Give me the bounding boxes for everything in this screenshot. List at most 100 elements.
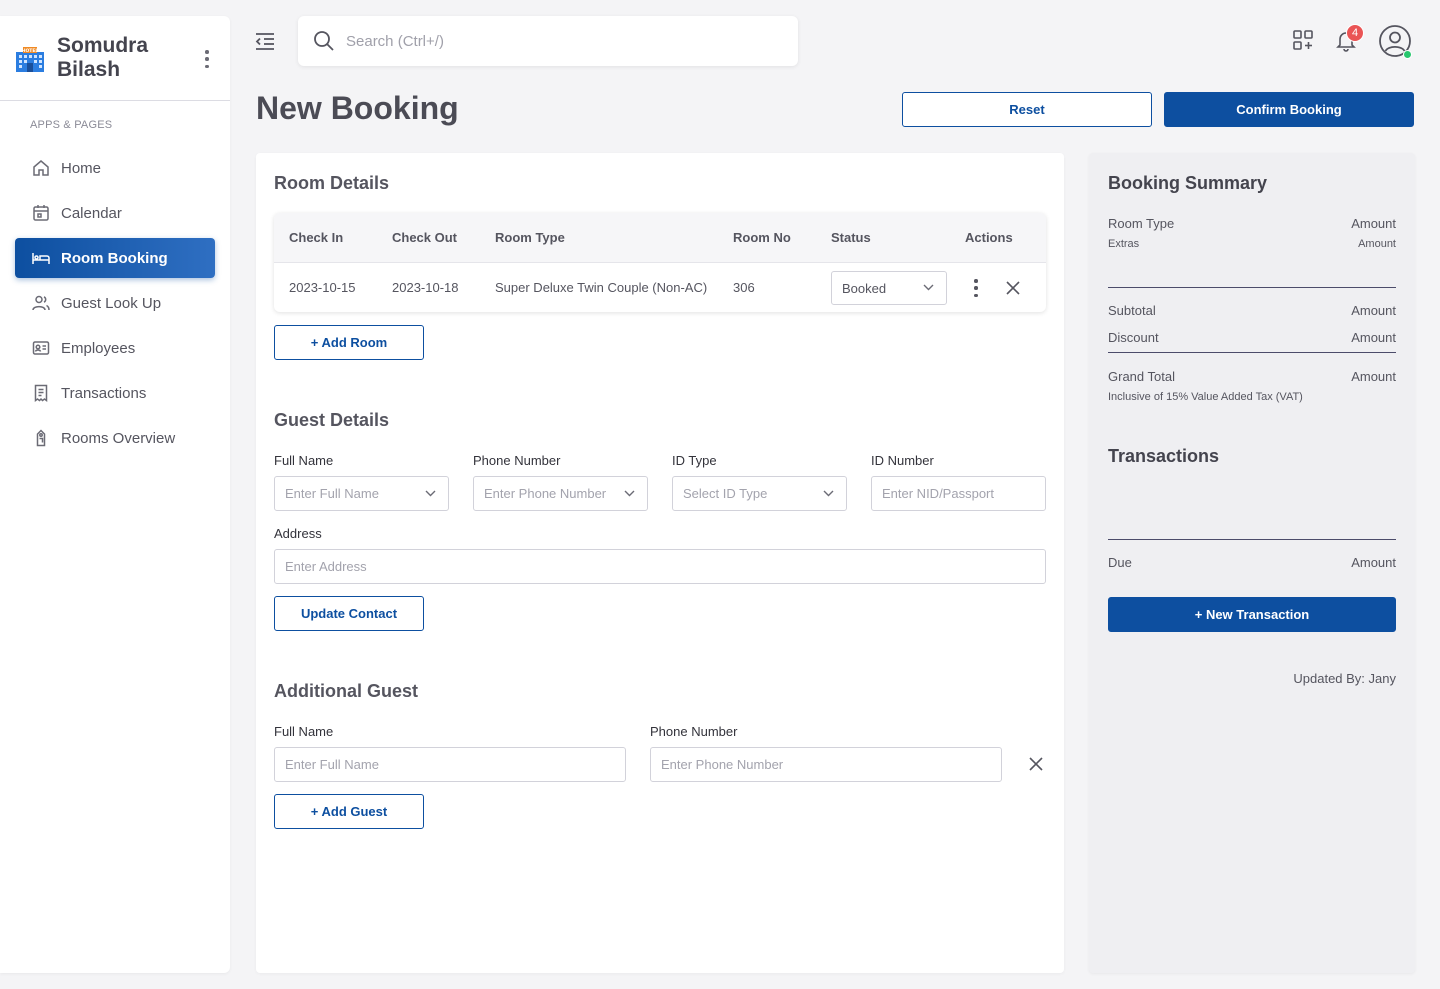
extras-label: Extras [1108, 238, 1140, 250]
apps-grid-icon[interactable] [1291, 28, 1315, 52]
room-table: Check In Check Out Room Type Room No Sta… [274, 213, 1046, 312]
extras-row: Extras Amount [1108, 238, 1396, 250]
additional-full-name-field[interactable] [274, 747, 626, 782]
grand-total-row: Grand Total Amount [1108, 369, 1396, 384]
full-name-field[interactable] [274, 476, 449, 511]
additional-phone-input[interactable] [661, 757, 1001, 772]
vat-note: Inclusive of 15% Value Added Tax (VAT) [1108, 391, 1303, 403]
subtotal-label: Subtotal [1108, 303, 1156, 318]
address-label: Address [274, 526, 322, 541]
updated-by-text: Updated By: Jany [1293, 671, 1396, 686]
search-input[interactable] [346, 32, 766, 50]
search-bar [298, 16, 798, 66]
logo-text: HOTEL [22, 48, 39, 54]
search-icon[interactable] [312, 29, 336, 53]
column-header: Room No [733, 230, 791, 245]
update-contact-button[interactable]: Update Contact [274, 596, 424, 631]
column-header: Room Type [495, 230, 565, 245]
additional-full-name-input[interactable] [285, 757, 625, 772]
additional-guest-title: Additional Guest [274, 681, 418, 701]
additional-phone-field[interactable] [650, 747, 1002, 782]
id-card-icon [31, 338, 51, 358]
sidebar-item-label: Transactions [61, 384, 147, 402]
due-row: Due Amount [1108, 555, 1396, 570]
row-more-actions-icon[interactable] [972, 279, 980, 297]
sidebar-item-calendar[interactable]: Calendar [15, 193, 215, 233]
sidebar-item-label: Guest Look Up [61, 294, 162, 312]
transactions-title: Transactions [1108, 446, 1220, 466]
column-header: Check Out [392, 230, 458, 245]
summary-divider [1108, 287, 1396, 288]
room-tag-icon [31, 428, 51, 448]
room-no-cell: 306 [733, 280, 755, 295]
remove-room-icon[interactable] [1006, 281, 1020, 295]
due-label: Due [1108, 555, 1132, 570]
sidebar-item-label: Calendar [61, 204, 122, 222]
receipt-icon [31, 383, 51, 403]
users-icon [31, 293, 51, 313]
room-type-label: Room Type [1108, 216, 1175, 231]
address-field[interactable] [274, 549, 1046, 584]
sidebar-item-room-booking[interactable]: Room Booking [15, 238, 215, 278]
booking-summary-panel: Booking Summary Room Type Amount Extras … [1089, 153, 1415, 973]
sidebar-divider [0, 100, 230, 101]
add-guest-button[interactable]: + Add Guest [274, 794, 424, 829]
chevron-down-icon [823, 490, 834, 497]
status-select[interactable]: Booked [831, 271, 947, 305]
full-name-input[interactable] [285, 486, 448, 501]
discount-amount: Amount [1351, 330, 1396, 345]
online-status-dot [1403, 50, 1412, 59]
remove-guest-icon[interactable] [1029, 757, 1043, 771]
sidebar-item-label: Employees [61, 339, 136, 357]
app-name-line2: Bilash [57, 58, 121, 81]
id-type-label: ID Type [672, 453, 717, 468]
add-room-button[interactable]: + Add Room [274, 325, 424, 360]
hotel-logo-icon: HOTEL [16, 47, 44, 72]
id-number-input[interactable] [882, 486, 1045, 501]
notification-badge: 4 [1346, 24, 1364, 42]
additional-phone-label: Phone Number [650, 724, 738, 739]
discount-label: Discount [1108, 330, 1159, 345]
phone-number-field[interactable] [473, 476, 648, 511]
sidebar-menu-icon[interactable] [202, 50, 212, 68]
chevron-down-icon [425, 490, 436, 497]
address-input[interactable] [285, 559, 1045, 574]
sidebar-item-label: Home [61, 159, 102, 177]
summary-divider [1108, 539, 1396, 540]
confirm-booking-button[interactable]: Confirm Booking [1164, 92, 1414, 127]
sidebar-item-guest-look-up[interactable]: Guest Look Up [15, 283, 215, 323]
room-type-amount: Amount [1351, 216, 1396, 231]
sidebar-item-home[interactable]: Home [15, 148, 215, 188]
app-name-line1: Somudra [57, 34, 149, 57]
sidebar-item-transactions[interactable]: Transactions [15, 373, 215, 413]
room-type-cell: Super Deluxe Twin Couple (Non-AC) [495, 280, 708, 295]
room-table-header: Check In Check Out Room Type Room No Sta… [274, 213, 1046, 263]
phone-number-input[interactable] [484, 486, 647, 501]
discount-row: Discount Amount [1108, 330, 1396, 345]
room-type-row: Room Type Amount [1108, 216, 1396, 231]
id-number-field[interactable] [871, 476, 1046, 511]
column-header: Actions [965, 230, 1013, 245]
section-label: APPS & PAGES [30, 119, 113, 131]
status-value: Booked [842, 280, 887, 296]
full-name-label: Full Name [274, 453, 334, 468]
sidebar-item-employees[interactable]: Employees [15, 328, 215, 368]
id-type-input[interactable] [683, 486, 846, 501]
booking-summary-title: Booking Summary [1108, 173, 1268, 193]
calendar-icon [31, 203, 51, 223]
check-in-cell: 2023-10-15 [289, 280, 356, 295]
summary-divider [1108, 352, 1396, 353]
grand-total-label: Grand Total [1108, 369, 1175, 384]
id-type-select[interactable] [672, 476, 847, 511]
sidebar-item-rooms-overview[interactable]: Rooms Overview [15, 418, 215, 458]
home-icon [31, 158, 51, 178]
grand-total-amount: Amount [1351, 369, 1396, 384]
sidebar-item-label: Room Booking [61, 249, 168, 267]
collapse-menu-icon[interactable] [254, 30, 276, 52]
subtotal-row: Subtotal Amount [1108, 303, 1396, 318]
reset-button[interactable]: Reset [902, 92, 1152, 127]
brand[interactable]: HOTEL Somudra Bilash [14, 34, 148, 82]
chevron-down-icon [923, 284, 934, 291]
due-amount: Amount [1351, 555, 1396, 570]
new-transaction-button[interactable]: + New Transaction [1108, 597, 1396, 632]
